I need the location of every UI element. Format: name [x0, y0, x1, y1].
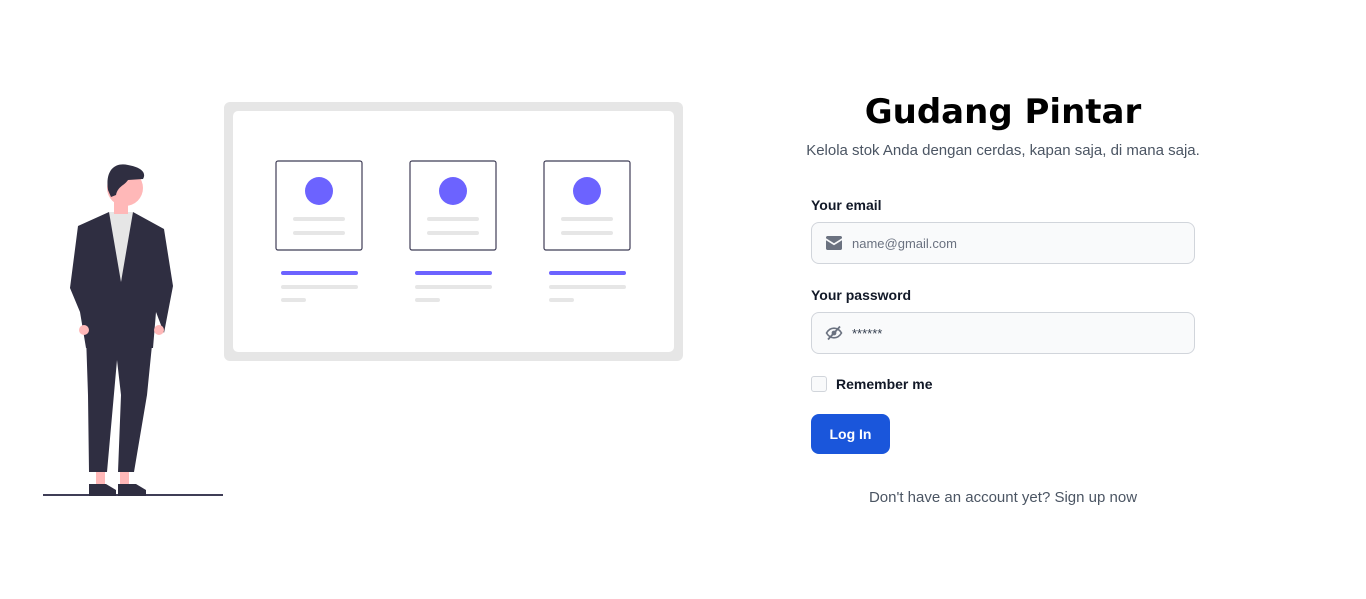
- password-field-wrapper: [811, 312, 1195, 354]
- password-label: Your password: [811, 287, 912, 303]
- signup-prompt-text: Don't have an account yet?: [868, 489, 1051, 506]
- app-title: Gudang Pintar: [864, 92, 1142, 132]
- eye-slash-icon[interactable]: [825, 325, 843, 341]
- signup-link[interactable]: Sign up now: [1054, 489, 1137, 506]
- remember-checkbox[interactable]: [811, 376, 827, 392]
- email-field-wrapper: [811, 222, 1195, 264]
- envelope-icon: [826, 236, 842, 250]
- app-subtitle: Kelola stok Anda dengan cerdas, kapan sa…: [806, 142, 1200, 159]
- login-panel: Gudang Pintar Kelola stok Anda dengan ce…: [780, 0, 1226, 599]
- email-label: Your email: [811, 197, 882, 213]
- signup-prompt: Don't have an account yet? Sign up now: [780, 489, 1226, 506]
- login-illustration: [43, 102, 683, 496]
- remember-me: Remember me: [811, 376, 933, 392]
- remember-label: Remember me: [836, 376, 933, 392]
- login-button[interactable]: Log In: [811, 414, 890, 454]
- password-input[interactable]: [852, 313, 1182, 353]
- businessman-figure: [43, 164, 223, 496]
- email-input[interactable]: [852, 223, 1182, 263]
